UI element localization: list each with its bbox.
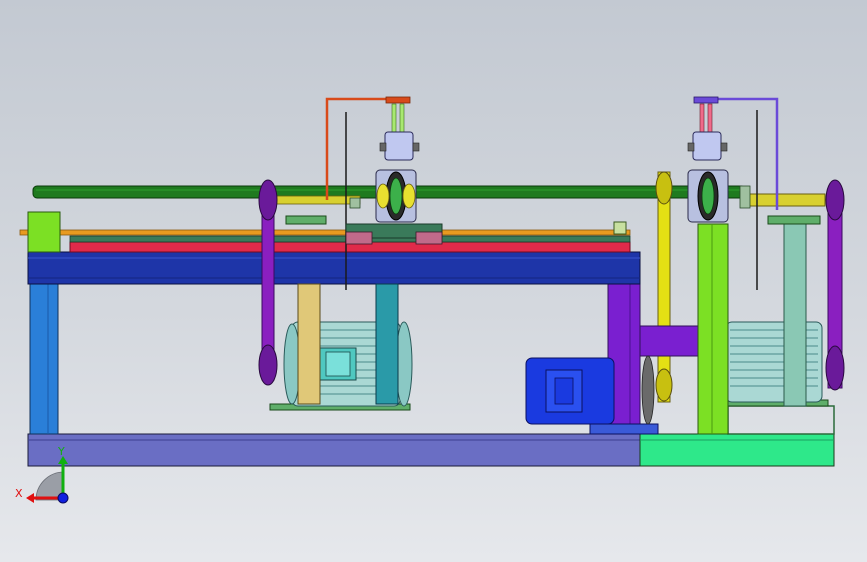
x-axis-label: X <box>15 487 23 500</box>
left-small-table <box>285 215 327 225</box>
cad-viewport[interactable]: Y X <box>0 0 867 562</box>
yellow-belt <box>657 171 671 403</box>
y-axis-label: Y <box>57 445 65 458</box>
bottom-beam-left <box>27 433 641 467</box>
right-cylinder <box>692 131 722 161</box>
right-post-teal <box>783 221 807 407</box>
left-cylinder <box>384 131 414 161</box>
top-beam <box>27 251 641 285</box>
bottom-beam-right <box>639 433 835 467</box>
left-post-teal <box>375 283 399 405</box>
left-post-tan <box>297 283 321 405</box>
end-bracket-left <box>27 211 61 253</box>
z-axis-dot <box>57 492 69 504</box>
left-lower-pulley <box>258 344 278 386</box>
left-leg <box>29 283 59 435</box>
right-base-frame <box>727 405 835 435</box>
left-clamp-head <box>325 96 443 245</box>
orange-rod <box>19 229 631 236</box>
right-post-green <box>697 223 729 435</box>
left-upper-pulley <box>258 179 278 221</box>
purple-crossarm <box>639 325 699 357</box>
